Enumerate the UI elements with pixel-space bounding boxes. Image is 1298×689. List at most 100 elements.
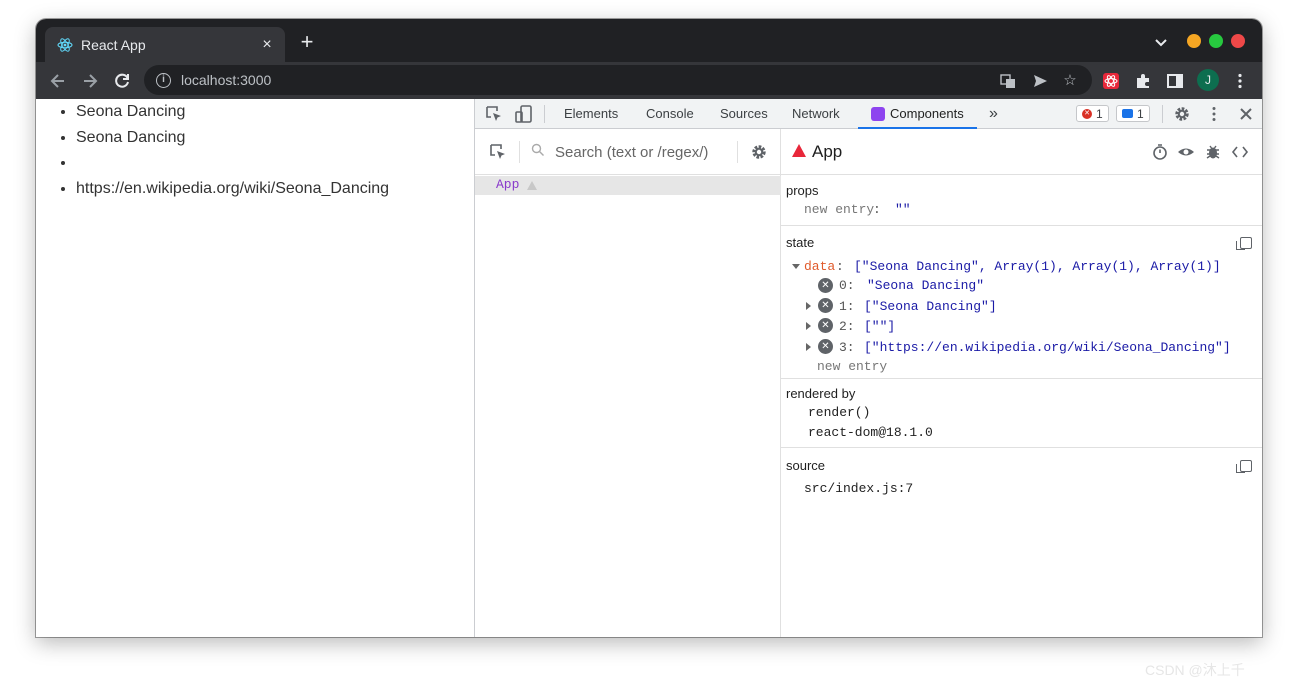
copy-icon[interactable] [1236,460,1252,473]
close-window-button[interactable] [1231,34,1245,48]
tab-search-chevron-icon[interactable] [1154,35,1168,49]
settings-gear-icon[interactable] [1173,105,1191,123]
minimize-button[interactable] [1187,34,1201,48]
state-new-entry[interactable]: new entry [817,359,887,374]
component-tree: Search (text or /regex/) App [475,129,781,637]
expand-arrow-icon[interactable] [806,322,811,330]
back-arrow-icon[interactable] [48,71,68,91]
tab-console[interactable]: Console [646,99,694,129]
tab-sources[interactable]: Sources [720,99,768,129]
tree-item-app[interactable]: App [475,176,781,195]
selected-component-name: App [812,142,843,161]
state-entry-index: 3: [839,340,855,355]
bookmark-star-icon[interactable]: ☆ [1062,73,1078,89]
message-count-badge[interactable]: 1 [1116,105,1150,122]
device-toolbar-icon[interactable] [515,105,533,123]
expand-arrow-icon[interactable] [806,343,811,351]
devtools-menu-icon[interactable] [1205,105,1223,123]
delete-entry-icon[interactable]: ✕ [818,339,833,354]
props-section-label: props [786,183,819,198]
expand-arrow-icon[interactable] [806,302,811,310]
rendered-by-item: react-dom@18.1.0 [808,425,933,440]
state-entry-value: [""] [864,319,896,334]
eye-icon[interactable] [1177,143,1195,161]
list-item [76,152,474,178]
inspected-element-header: App [781,129,1262,175]
list-item: Seona Dancing [76,101,474,127]
message-icon [1122,109,1133,118]
state-data-summary: ["Seona Dancing", Array(1), Array(1), Ar… [854,259,1221,274]
bug-icon[interactable] [1204,143,1222,161]
browser-tab-react-app[interactable]: React App × [45,27,285,62]
expand-arrow-icon[interactable] [792,264,800,269]
forward-arrow-icon[interactable] [80,71,100,91]
devtools-tab-bar: Elements Console Sources Network Compone… [475,99,1262,129]
timer-icon[interactable] [1151,143,1169,161]
maximize-button[interactable] [1209,34,1223,48]
delete-entry-icon[interactable]: ✕ [818,318,833,333]
state-colon: : [836,259,844,274]
state-data-key: data [804,259,836,274]
component-search-input[interactable]: Search (text or /regex/) [555,144,708,161]
tree-toolbar: Search (text or /regex/) [475,129,781,175]
error-icon: ✕ [1082,108,1092,119]
tab-components[interactable]: Components [858,99,977,129]
view-source-code-icon[interactable] [1231,143,1249,161]
extensions-puzzle-icon[interactable] [1134,72,1152,90]
list-item: Seona Dancing [76,127,474,153]
new-tab-button[interactable]: + [297,31,317,53]
props-new-entry-value[interactable]: "" [895,202,911,217]
url-text: localhost:3000 [181,72,272,88]
react-devtools-extension-icon[interactable] [1102,72,1120,90]
data-list: Seona Dancing Seona Dancing https://en.w… [36,101,474,204]
section-divider [781,447,1262,448]
browser-toolbar: i localhost:3000 ☆ J [36,62,1262,99]
select-component-icon[interactable] [489,143,507,161]
error-warning-icon [792,144,806,157]
state-entry-value: ["https://en.wikipedia.org/wiki/Seona_Da… [864,340,1231,355]
side-panel-icon[interactable] [1166,72,1184,90]
section-divider [781,378,1262,379]
tab-divider [1162,105,1163,123]
error-count-badge[interactable]: ✕ 1 [1076,105,1109,122]
component-settings-gear-icon[interactable] [750,143,768,161]
inspected-element-panel: App props new entry : "" state data: ["… [781,129,1262,637]
tab-close-icon[interactable]: × [259,36,275,53]
site-info-icon[interactable]: i [156,72,171,88]
tab-components-label: Components [890,106,964,121]
tab-strip: React App × + [36,19,1262,62]
more-tabs-button[interactable]: » [989,99,998,129]
send-to-device-icon[interactable] [1032,73,1048,89]
section-divider [781,225,1262,226]
toolbar-divider [519,141,520,163]
delete-entry-icon[interactable]: ✕ [818,278,833,293]
translate-icon[interactable] [1000,73,1016,89]
state-entry-index: 1: [839,299,855,314]
watermark-text: CSDN @沐上千 [1145,662,1245,678]
state-entry-index: 0: [839,278,855,293]
tab-network[interactable]: Network [792,99,840,129]
kebab-menu-icon[interactable] [1231,72,1249,90]
rendered-by-item: render() [808,405,871,420]
copy-icon[interactable] [1236,237,1252,250]
address-bar[interactable]: i localhost:3000 ☆ [144,65,1092,95]
react-components-icon [871,106,885,121]
state-entry-value[interactable]: "Seona Dancing" [867,278,984,293]
tab-elements[interactable]: Elements [564,99,618,129]
tree-item-label: App [496,177,520,192]
warning-icon [527,181,537,190]
message-count: 1 [1137,106,1144,121]
inspect-element-icon[interactable] [485,105,503,123]
reload-icon[interactable] [112,71,132,91]
props-colon: : [873,202,881,217]
delete-entry-icon[interactable]: ✕ [818,298,833,313]
rendered-by-section-label: rendered by [786,386,856,401]
source-location[interactable]: src/index.js:7 [804,481,913,496]
source-section-label: source [786,458,826,473]
props-new-entry-key[interactable]: new entry [804,202,874,217]
close-devtools-icon[interactable] [1237,105,1255,123]
state-entry-index: 2: [839,319,855,334]
profile-avatar[interactable]: J [1197,69,1219,91]
toolbar-divider [737,141,738,163]
tab-title: React App [81,36,146,53]
